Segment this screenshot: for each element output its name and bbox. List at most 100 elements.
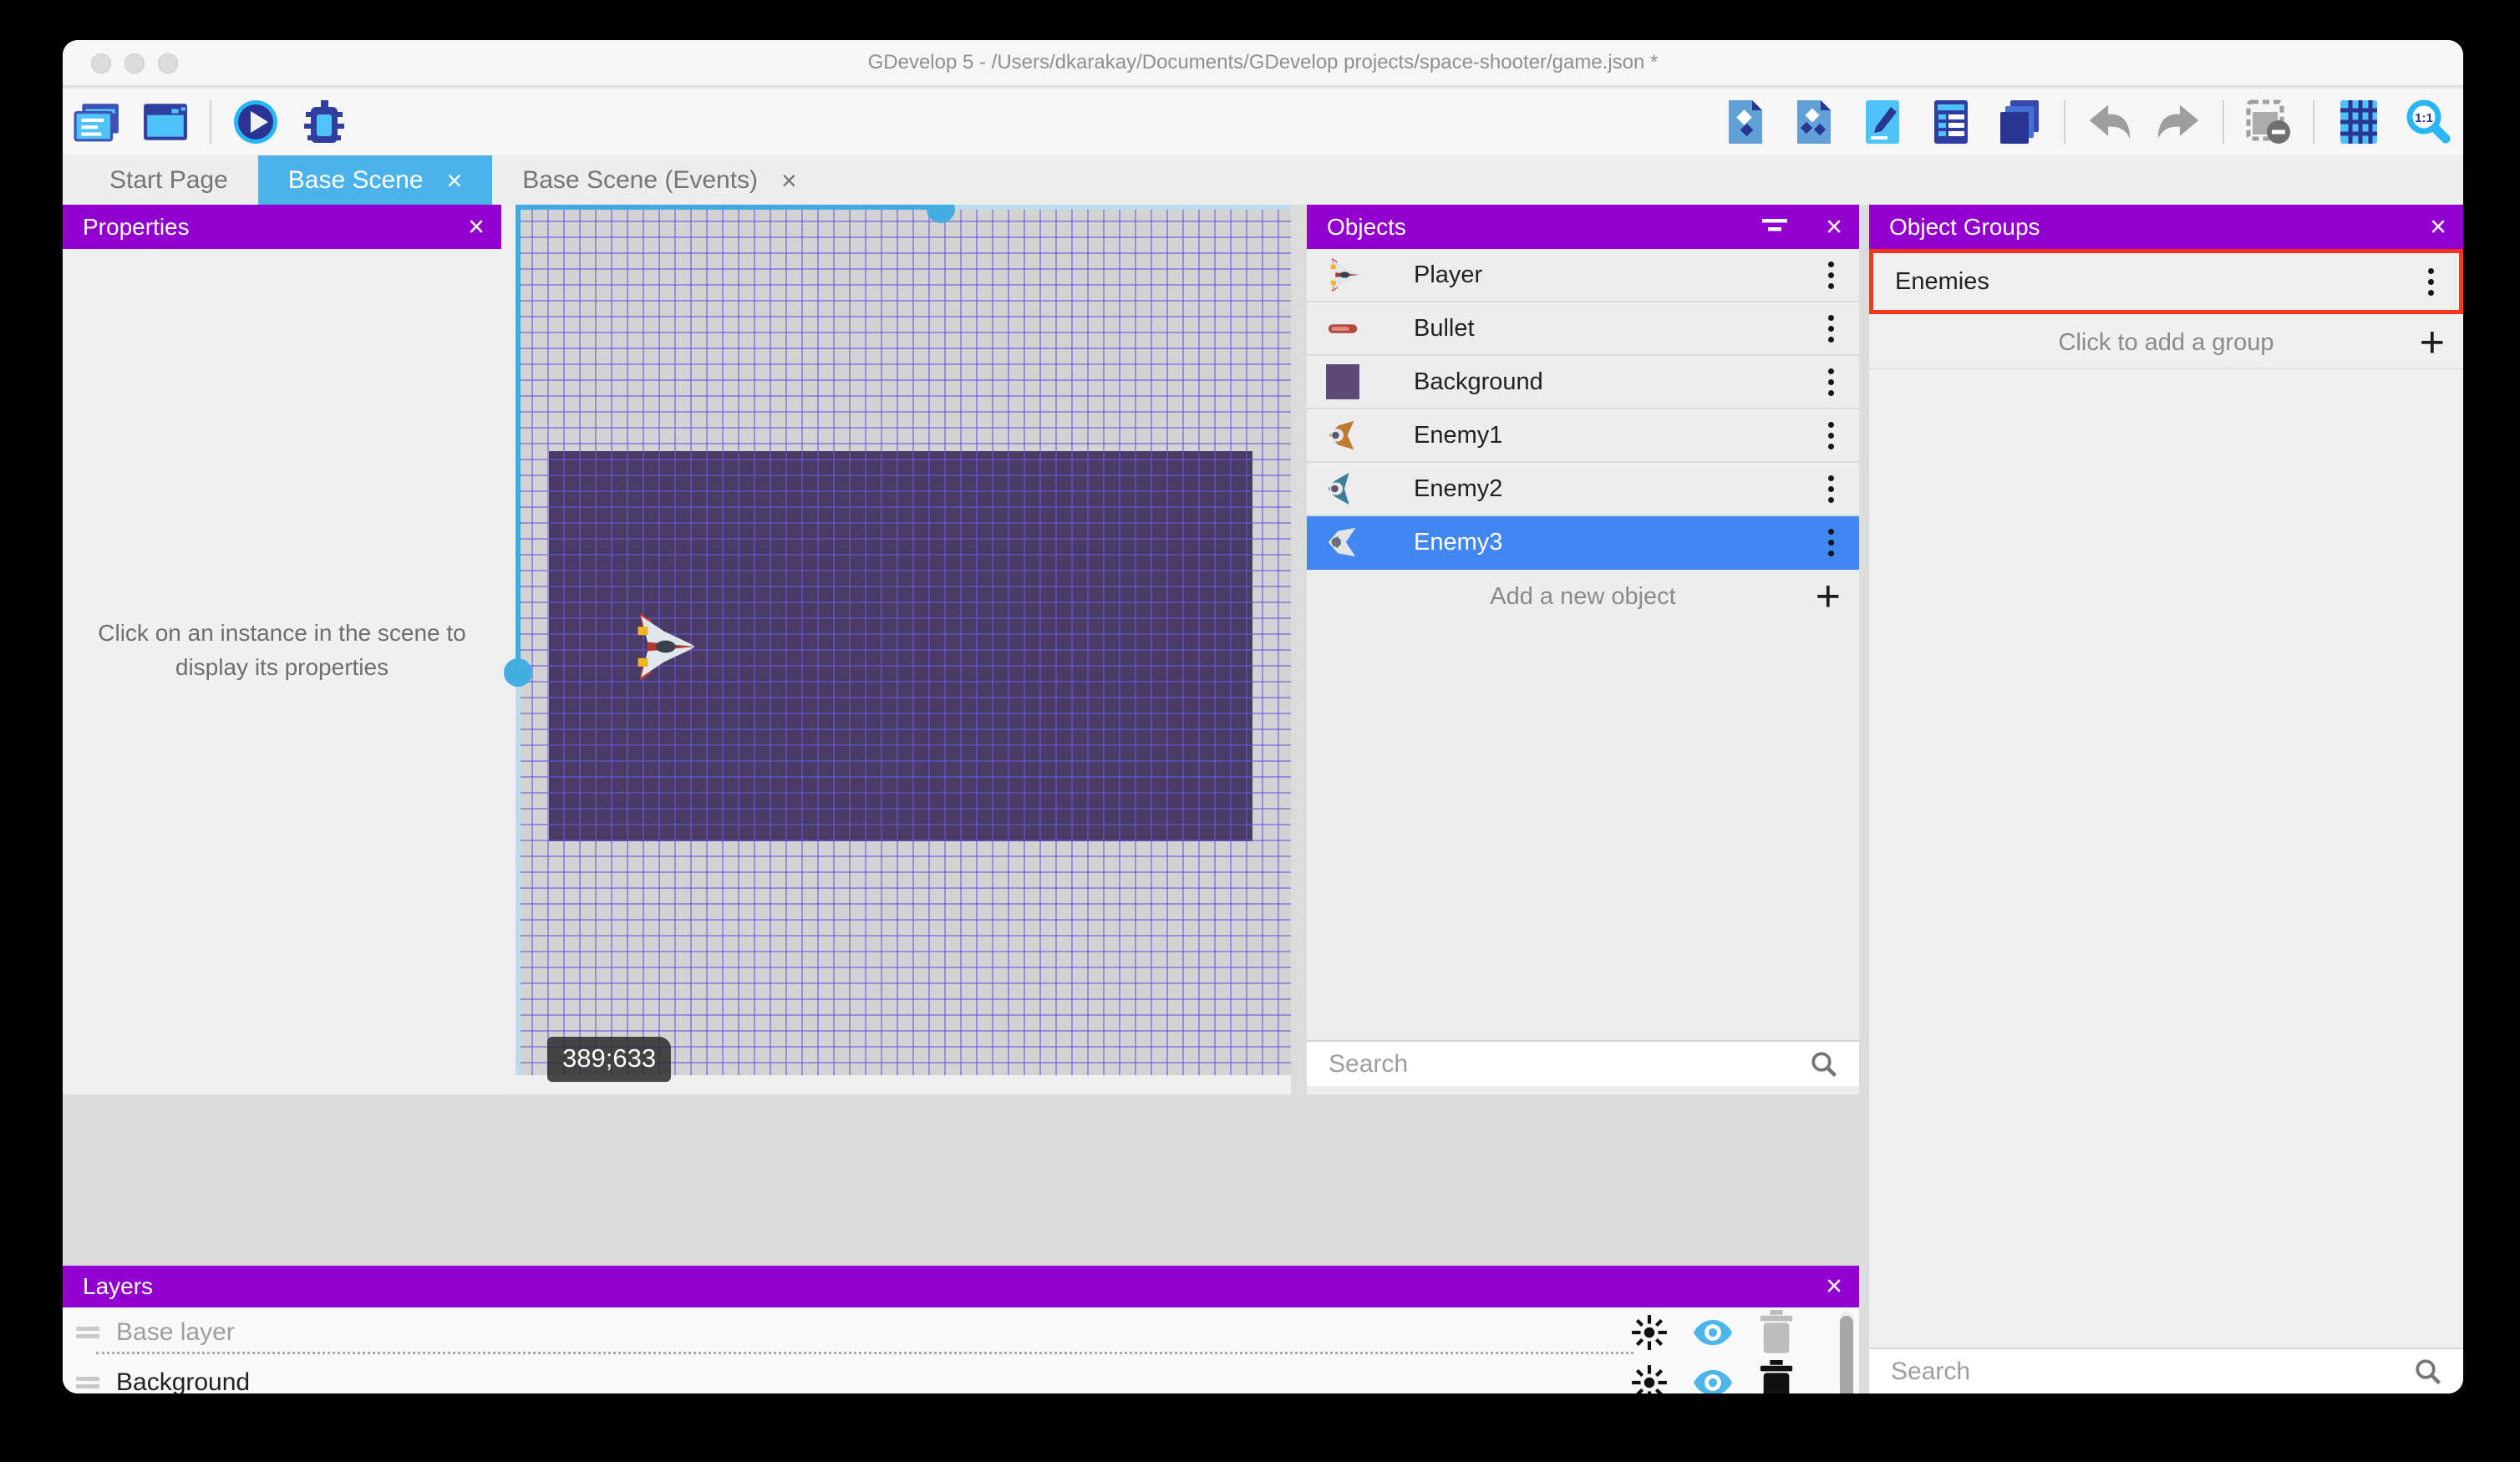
vertical-scroll-line (516, 205, 521, 673)
redo-icon[interactable] (2154, 98, 2202, 146)
filter-icon[interactable] (1760, 216, 1791, 239)
close-icon[interactable]: × (468, 211, 485, 243)
more-options-icon[interactable] (1828, 433, 1834, 439)
debug-icon[interactable] (300, 98, 348, 146)
search-placeholder: Search (1329, 1050, 1408, 1079)
layer-visibility-eye-icon[interactable] (1694, 1363, 1732, 1393)
close-icon[interactable]: × (1826, 211, 1842, 243)
more-options-icon[interactable] (1828, 486, 1834, 492)
object-row-enemy1[interactable]: Enemy1 (1307, 409, 1859, 463)
more-options-icon[interactable] (1828, 272, 1834, 278)
object-name: Bullet (1414, 315, 1475, 343)
layer-effects-icon[interactable] (1630, 1363, 1669, 1393)
drag-handle-icon[interactable] (76, 1327, 99, 1331)
vertical-scroll-line-rest (516, 673, 521, 1075)
search-icon (2413, 1357, 2443, 1387)
object-name: Enemy2 (1414, 475, 1502, 503)
close-icon[interactable]: × (2430, 211, 2446, 243)
toolbar-divider (210, 100, 211, 144)
zoom-1-1-icon[interactable]: 1:1 (2403, 98, 2451, 146)
object-row-enemy3[interactable]: Enemy3 (1307, 516, 1859, 570)
object-name: Enemy3 (1414, 529, 1502, 556)
play-icon[interactable] (231, 98, 280, 146)
tab-close-icon[interactable]: × (447, 167, 463, 194)
layers-panel: Layers × Base layer (63, 1266, 1859, 1393)
horizontal-scroll-line-rest (941, 205, 1291, 210)
groups-search-input[interactable]: Search (1869, 1348, 2463, 1393)
add-group-button[interactable]: Click to add a group + (1869, 317, 2463, 369)
tab-close-icon[interactable]: × (781, 167, 797, 194)
object-name: Enemy1 (1414, 422, 1502, 449)
project-manager-icon[interactable] (73, 98, 121, 146)
app-window: GDevelop 5 - /Users/dkarakay/Documents/G… (63, 40, 2463, 1393)
svg-text:1:1: 1:1 (2415, 111, 2433, 125)
object-name: Player (1414, 261, 1482, 289)
object-groups-icon[interactable] (1790, 98, 1838, 146)
cursor-coordinates-badge: 389;633 (547, 1037, 671, 1082)
more-options-icon[interactable] (1828, 540, 1834, 546)
tab-label: Start Page (109, 166, 228, 195)
toolbar-divider (2313, 100, 2314, 144)
tab-bar: Start Page Base Scene × Base Scene (Even… (63, 155, 2463, 205)
properties-panel-title: Properties (83, 214, 190, 241)
window-title: GDevelop 5 - /Users/dkarakay/Documents/G… (63, 51, 2463, 74)
background-sprite-icon (1324, 363, 1362, 401)
add-object-button[interactable]: Add a new object + (1307, 570, 1859, 623)
player-sprite-icon (1324, 256, 1362, 294)
tab-label: Base Scene (288, 166, 424, 195)
add-object-label: Add a new object (1490, 583, 1675, 611)
more-options-icon[interactable] (2428, 279, 2434, 285)
properties-icon[interactable] (1858, 98, 1907, 146)
layer-effects-icon[interactable] (1630, 1313, 1669, 1352)
instances-list-icon[interactable] (1927, 98, 1975, 146)
layer-visibility-eye-icon[interactable] (1694, 1313, 1732, 1352)
object-row-bullet[interactable]: Bullet (1307, 302, 1859, 356)
properties-panel: Properties × Click on an instance in the… (63, 205, 501, 1094)
group-row-enemies-highlighted[interactable]: Enemies (1869, 249, 2463, 314)
tab-base-scene[interactable]: Base Scene × (258, 155, 492, 205)
more-options-icon[interactable] (1828, 326, 1834, 332)
window-mask-icon[interactable] (2244, 98, 2293, 146)
layers-icon[interactable] (1995, 98, 2044, 146)
layers-scrollbar-thumb[interactable] (1840, 1316, 1853, 1393)
tab-start-page[interactable]: Start Page (79, 155, 258, 205)
grid-icon[interactable] (2335, 98, 2383, 146)
bullet-sprite-icon (1324, 309, 1362, 348)
layer-row-background: Background (63, 1359, 1859, 1393)
more-options-icon[interactable] (1828, 379, 1834, 385)
search-icon (1809, 1049, 1839, 1079)
layer-name-input[interactable]: Background (116, 1368, 250, 1393)
group-name: Enemies (1895, 268, 1989, 296)
tab-label: Base Scene (Events) (522, 166, 758, 195)
object-groups-panel-title: Object Groups (1889, 214, 2040, 241)
enemy2-sprite-icon (1324, 470, 1362, 508)
preview-window-icon[interactable] (141, 98, 190, 146)
delete-layer-trash-icon[interactable] (1757, 1313, 1796, 1352)
close-icon[interactable]: × (1826, 1271, 1842, 1303)
delete-layer-trash-icon[interactable] (1757, 1363, 1796, 1393)
objects-search-input[interactable]: Search (1307, 1040, 1859, 1086)
layer-name-underline (96, 1352, 1633, 1354)
objects-panel-title: Objects (1327, 214, 1406, 241)
layer-name-input[interactable]: Base layer (116, 1318, 235, 1347)
drag-handle-icon[interactable] (76, 1377, 99, 1381)
objects-panel: Objects × Player Bullet (1307, 205, 1859, 1094)
search-placeholder: Search (1891, 1358, 1970, 1386)
object-name: Background (1414, 368, 1543, 396)
player-instance[interactable] (627, 608, 697, 685)
object-groups-panel: Object Groups × Enemies Click to add a g… (1869, 205, 2463, 1393)
plus-icon: + (1816, 575, 1841, 618)
tab-base-scene-events[interactable]: Base Scene (Events) × (492, 155, 827, 205)
layers-panel-title: Layers (83, 1273, 153, 1300)
properties-empty-message: Click on an instance in the scene to dis… (63, 616, 501, 684)
object-row-player[interactable]: Player (1307, 249, 1859, 302)
title-bar: GDevelop 5 - /Users/dkarakay/Documents/G… (63, 40, 2463, 87)
object-row-enemy2[interactable]: Enemy2 (1307, 463, 1859, 516)
scene-canvas[interactable]: 389;633 (501, 205, 1291, 1094)
toolbar: 1:1 (63, 89, 2463, 155)
layer-row-base: Base layer (63, 1309, 1859, 1356)
objects-editor-icon[interactable] (1721, 98, 1770, 146)
object-row-background[interactable]: Background (1307, 356, 1859, 409)
vertical-scroll-handle[interactable] (504, 658, 532, 687)
undo-icon[interactable] (2086, 98, 2134, 146)
